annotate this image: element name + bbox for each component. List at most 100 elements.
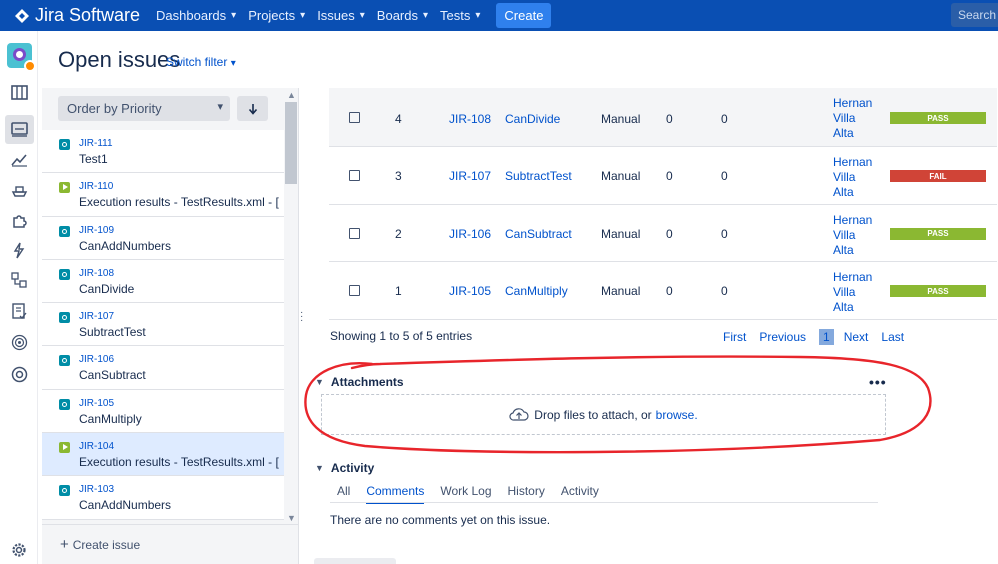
issue-summary: SubtractTest — [79, 325, 146, 340]
tabs-underline — [330, 502, 878, 503]
scrollbar-thumb[interactable] — [285, 102, 297, 184]
switch-filter-button[interactable]: Switch filter ▾ — [166, 55, 236, 69]
rank-cell: 4 — [395, 112, 402, 126]
issue-key[interactable]: JIR-103 — [79, 484, 114, 495]
more-options-icon[interactable]: ••• — [869, 374, 887, 390]
test-key-link[interactable]: JIR-105 — [449, 284, 491, 298]
tab-history[interactable]: History — [508, 484, 545, 504]
list-item[interactable]: JIR-110 Execution results - TestResults.x… — [42, 173, 284, 217]
status-badge: FAIL — [890, 170, 986, 182]
row-checkbox[interactable] — [349, 285, 360, 296]
nav-issues[interactable]: Issues ▾ — [317, 8, 365, 23]
tab-all[interactable]: All — [337, 484, 350, 504]
nav-tests[interactable]: Tests ▾ — [440, 8, 480, 23]
project-avatar[interactable] — [7, 43, 36, 72]
settings-gear-icon[interactable] — [9, 540, 29, 560]
pager-previous[interactable]: Previous — [759, 330, 806, 344]
order-by-select[interactable]: Order by Priority ▾ — [58, 96, 230, 121]
test-summary-link[interactable]: SubtractTest — [505, 169, 572, 183]
issue-key[interactable]: JIR-106 — [79, 354, 114, 365]
pagination: First Previous 1 Next Last — [723, 329, 917, 345]
status-badge: PASS — [890, 112, 986, 124]
list-item[interactable]: JIR-111 Test1 — [42, 130, 284, 174]
reports-icon[interactable] — [9, 150, 29, 170]
list-item[interactable]: JIR-107 SubtractTest — [42, 303, 284, 347]
tab-work-log[interactable]: Work Log — [440, 484, 491, 504]
scroll-up-icon[interactable]: ▲ — [287, 90, 296, 100]
issue-summary: CanDivide — [79, 281, 135, 296]
chevron-down-icon: ▾ — [300, 10, 306, 21]
row-checkbox[interactable] — [349, 112, 360, 123]
issue-key[interactable]: JIR-104 — [79, 441, 114, 452]
test-key-link[interactable]: JIR-108 — [449, 112, 491, 126]
components-icon[interactable] — [9, 211, 29, 231]
pager-next[interactable]: Next — [844, 330, 869, 344]
list-item[interactable]: JIR-103 CanAddNumbers — [42, 476, 284, 520]
row-checkbox[interactable] — [349, 170, 360, 181]
test-summary-link[interactable]: CanDivide — [505, 112, 560, 126]
create-button[interactable]: Create — [496, 3, 552, 28]
resize-handle-icon[interactable]: · · · — [300, 308, 303, 326]
pager-first[interactable]: First — [723, 330, 746, 344]
issue-key[interactable]: JIR-107 — [79, 311, 114, 322]
entries-count: Showing 1 to 5 of 5 entries — [330, 329, 473, 343]
app-name: Jira Software — [35, 5, 141, 25]
attachment-dropzone[interactable]: Drop files to attach, or browse. — [321, 394, 886, 435]
assignee-link[interactable]: Hernan Villa Alta — [833, 155, 872, 200]
scroll-down-icon[interactable]: ▼ — [287, 513, 296, 523]
list-item[interactable]: JIR-108 CanDivide — [42, 259, 284, 304]
activity-title: Activity — [330, 461, 375, 475]
xray-icon[interactable] — [9, 364, 29, 384]
sort-direction-button[interactable] — [237, 96, 268, 121]
count-cell: 0 — [666, 169, 673, 183]
jira-logo[interactable]: Jira Software — [14, 5, 140, 26]
empty-comments-message: There are no comments yet on this issue. — [330, 513, 551, 527]
row-checkbox[interactable] — [349, 227, 360, 239]
issue-key[interactable]: JIR-110 — [79, 181, 113, 192]
issues-icon[interactable] — [5, 115, 34, 144]
automation-icon[interactable] — [9, 240, 29, 260]
activity-section-toggle[interactable]: ▼ Activity — [315, 461, 374, 475]
board-icon[interactable] — [9, 82, 29, 102]
nav-dashboards[interactable]: Dashboards ▾ — [156, 8, 236, 23]
list-item[interactable]: JIR-106 CanSubtract — [42, 346, 284, 390]
pager-last[interactable]: Last — [881, 330, 904, 344]
pager-current-page[interactable]: 1 — [819, 329, 834, 345]
create-issue-button[interactable]: + Create issue — [42, 524, 298, 564]
assignee-link[interactable]: Hernan Villa Alta — [833, 213, 872, 258]
main-nav: Dashboards ▾ Projects ▾ Issues ▾ Boards ▾ Te… — [150, 3, 552, 28]
nav-boards[interactable]: Boards ▾ — [377, 8, 428, 23]
count-cell: 0 — [666, 284, 673, 298]
issue-key[interactable]: JIR-111 — [79, 138, 113, 149]
list-scrollbar[interactable]: ▲ ▼ — [284, 88, 298, 524]
list-item[interactable]: JIR-109 CanAddNumbers — [42, 216, 284, 260]
chevron-down-icon: ▾ — [423, 10, 429, 21]
search-input[interactable]: Search — [951, 3, 998, 27]
tab-comments[interactable]: Comments — [366, 484, 425, 504]
tab-activity[interactable]: Activity — [561, 484, 599, 504]
attachments-section-toggle[interactable]: ▼ Attachments — [315, 375, 404, 389]
table-row: 1 JIR-105 CanMultiply Manual 0 0 Hernan V… — [329, 262, 997, 320]
test-summary-link[interactable]: CanMultiply — [505, 284, 568, 298]
assignee-link[interactable]: Hernan Villa Alta — [833, 270, 872, 315]
list-item-selected[interactable]: JIR-104 Execution results - TestResults.x… — [42, 433, 284, 477]
issue-key[interactable]: JIR-105 — [79, 398, 114, 409]
issue-key[interactable]: JIR-108 — [79, 268, 114, 279]
create-issue-label: Create issue — [72, 537, 141, 552]
test-key-link[interactable]: JIR-106 — [449, 227, 491, 241]
issue-key[interactable]: JIR-109 — [79, 225, 114, 236]
test-summary-link[interactable]: CanSubtract — [505, 227, 572, 241]
browse-link[interactable]: browse. — [656, 408, 698, 422]
assignee-link[interactable]: Hernan Villa Alta — [833, 96, 872, 141]
test-execution-icon[interactable] — [9, 301, 29, 321]
test-icon — [59, 355, 70, 367]
nav-projects[interactable]: Projects ▾ — [248, 8, 305, 23]
test-repository-icon[interactable] — [9, 332, 29, 352]
rank-cell: 1 — [395, 284, 402, 298]
list-item[interactable]: JIR-105 CanMultiply — [42, 389, 284, 434]
test-key-link[interactable]: JIR-107 — [449, 169, 491, 183]
releases-icon[interactable] — [9, 181, 29, 201]
comment-button[interactable] — [314, 558, 396, 564]
test-plan-icon[interactable] — [9, 270, 29, 290]
test-icon — [59, 398, 70, 410]
